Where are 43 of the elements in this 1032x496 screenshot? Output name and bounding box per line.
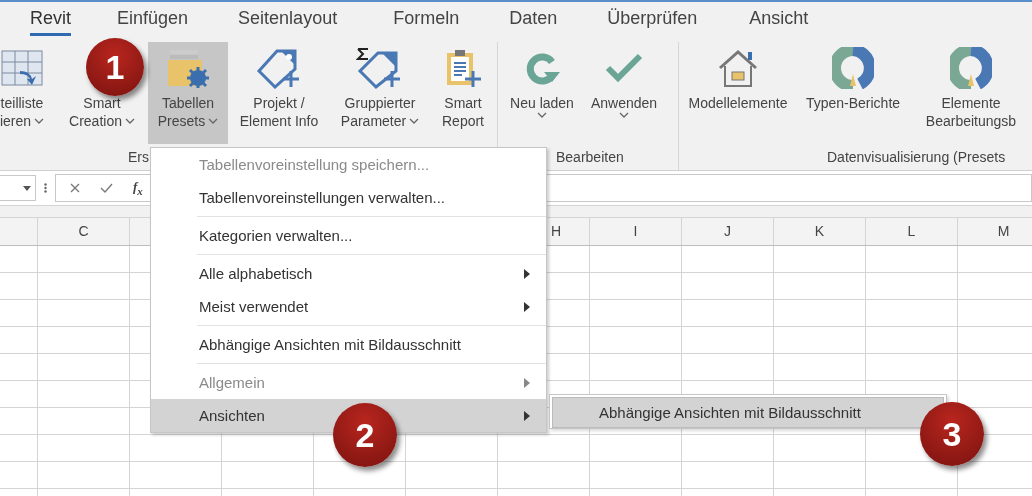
table-icon: [0, 49, 44, 87]
column-header: L: [866, 218, 958, 245]
menu-item[interactable]: Meist verwendet: [151, 290, 546, 323]
donut-chart-icon: [950, 47, 992, 89]
column-header: J: [682, 218, 774, 245]
ribbon-button[interactable]: Smart Creation: [60, 94, 144, 130]
menu-item[interactable]: Alle alphabetisch: [151, 257, 546, 290]
ribbon-button[interactable]: Tabellen Presets: [148, 42, 228, 144]
ribbon-button[interactable]: Projekt / Element Info: [232, 42, 326, 144]
close-icon: [70, 183, 80, 193]
ribbon-button[interactable]: Smart Report: [434, 42, 492, 144]
ribbon-tab[interactable]: Überprüfen: [607, 8, 698, 36]
drag-handle-icon: [44, 183, 47, 193]
ribbon-button[interactable]: Elemente Bearbeitungsb: [915, 42, 1027, 144]
ribbon-button[interactable]: Anwenden: [584, 42, 664, 144]
check-icon: [100, 183, 113, 193]
group-label: Ers: [128, 149, 149, 165]
dropdown-arrow-icon: [23, 185, 31, 191]
ribbon-tab[interactable]: Formeln: [393, 8, 460, 36]
ribbon-tab[interactable]: Seitenlayout: [238, 8, 338, 36]
group-label: Bearbeiten: [556, 149, 624, 165]
step-badge: 1: [86, 38, 144, 96]
menu-item[interactable]: Abhängige Ansichten mit Bildausschnitt: [552, 397, 944, 428]
ribbon-tab[interactable]: Ansicht: [749, 8, 809, 36]
menu-item[interactable]: Tabellenvoreinstellungen verwalten...: [151, 181, 546, 214]
ribbon-button[interactable]: Neu laden: [504, 42, 580, 144]
ribbon-button[interactable]: Gruppierter Parameter: [330, 42, 430, 144]
ribbon-button[interactable]: Typen-Berichte: [799, 42, 907, 144]
house-icon: [716, 48, 760, 88]
menu-item[interactable]: Abhängige Ansichten mit Bildausschnitt: [151, 328, 546, 361]
folder-gear-icon: [166, 48, 210, 88]
name-box[interactable]: [0, 175, 36, 201]
ribbon-tab[interactable]: Einfügen: [117, 8, 189, 36]
ribbon-tab[interactable]: Daten: [509, 8, 558, 36]
column-header: I: [590, 218, 682, 245]
column-header: C: [38, 218, 130, 245]
ribbon-button[interactable]: Modellelemente: [681, 42, 795, 144]
group-label: Datenvisualisierung (Presets: [827, 149, 1006, 165]
column-header: K: [774, 218, 866, 245]
column-header: M: [958, 218, 1032, 245]
ribbon-button[interactable]: teilliste ieren: [0, 42, 56, 144]
ribbon-tab[interactable]: Revit: [30, 8, 71, 36]
donut-chart-icon: [832, 47, 874, 89]
